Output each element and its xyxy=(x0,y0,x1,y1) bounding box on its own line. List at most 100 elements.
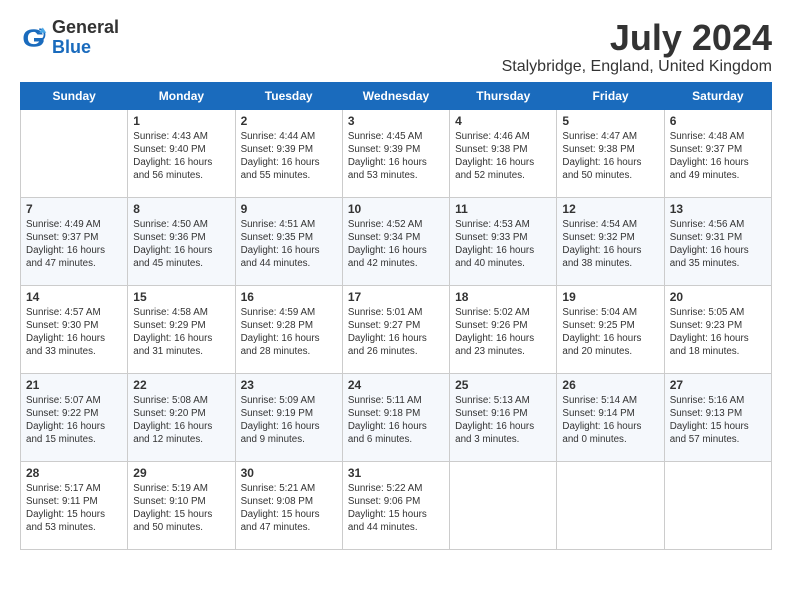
calendar-cell: 9 Sunrise: 4:51 AMSunset: 9:35 PMDaylight… xyxy=(235,197,342,285)
day-number: 3 xyxy=(348,114,444,128)
calendar-cell: 3 Sunrise: 4:45 AMSunset: 9:39 PMDaylight… xyxy=(342,109,449,197)
day-info: Sunrise: 4:46 AMSunset: 9:38 PMDaylight:… xyxy=(455,130,551,183)
location-subtitle: Stalybridge, England, United Kingdom xyxy=(502,58,772,76)
calendar-cell: 13Sunrise: 4:56 AMSunset: 9:31 PMDayligh… xyxy=(664,197,771,285)
calendar-week-row: 14Sunrise: 4:57 AMSunset: 9:30 PMDayligh… xyxy=(21,285,772,373)
calendar-cell: 21Sunrise: 5:07 AMSunset: 9:22 PMDayligh… xyxy=(21,373,128,461)
day-info: Sunrise: 5:01 AMSunset: 9:27 PMDaylight:… xyxy=(348,306,444,359)
calendar-cell xyxy=(557,461,664,549)
weekday-header: Saturday xyxy=(664,82,771,109)
weekday-header: Thursday xyxy=(450,82,557,109)
day-number: 19 xyxy=(562,290,658,304)
day-info: Sunrise: 4:52 AMSunset: 9:34 PMDaylight:… xyxy=(348,218,444,271)
calendar-week-row: 7 Sunrise: 4:49 AMSunset: 9:37 PMDaylight… xyxy=(21,197,772,285)
day-info: Sunrise: 5:22 AMSunset: 9:06 PMDaylight:… xyxy=(348,482,444,535)
calendar-cell: 1Sunrise: 4:43 AMSunset: 9:40 PMDaylight… xyxy=(128,109,235,197)
calendar-cell: 18Sunrise: 5:02 AMSunset: 9:26 PMDayligh… xyxy=(450,285,557,373)
calendar-week-row: 1Sunrise: 4:43 AMSunset: 9:40 PMDaylight… xyxy=(21,109,772,197)
day-number: 10 xyxy=(348,202,444,216)
calendar-cell: 24Sunrise: 5:11 AMSunset: 9:18 PMDayligh… xyxy=(342,373,449,461)
calendar-week-row: 28 Sunrise: 5:17 AMSunset: 9:11 PMDayligh… xyxy=(21,461,772,549)
day-number: 24 xyxy=(348,378,444,392)
calendar-cell: 4 Sunrise: 4:46 AMSunset: 9:38 PMDaylight… xyxy=(450,109,557,197)
calendar-cell: 6Sunrise: 4:48 AMSunset: 9:37 PMDaylight… xyxy=(664,109,771,197)
calendar-cell xyxy=(21,109,128,197)
day-number: 7 xyxy=(26,202,122,216)
day-info: Sunrise: 4:45 AMSunset: 9:39 PMDaylight:… xyxy=(348,130,444,183)
day-info: Sunrise: 4:48 AMSunset: 9:37 PMDaylight:… xyxy=(670,130,766,183)
calendar-cell: 14Sunrise: 4:57 AMSunset: 9:30 PMDayligh… xyxy=(21,285,128,373)
day-number: 22 xyxy=(133,378,229,392)
calendar-cell: 17 Sunrise: 5:01 AMSunset: 9:27 PMDayligh… xyxy=(342,285,449,373)
day-info: Sunrise: 4:53 AMSunset: 9:33 PMDaylight:… xyxy=(455,218,551,271)
calendar-cell: 22 Sunrise: 5:08 AMSunset: 9:20 PMDayligh… xyxy=(128,373,235,461)
day-info: Sunrise: 4:47 AMSunset: 9:38 PMDaylight:… xyxy=(562,130,658,183)
weekday-header: Friday xyxy=(557,82,664,109)
day-info: Sunrise: 5:19 AMSunset: 9:10 PMDaylight:… xyxy=(133,482,229,535)
weekday-header: Sunday xyxy=(21,82,128,109)
logo-text: General Blue xyxy=(52,18,119,58)
day-info: Sunrise: 4:58 AMSunset: 9:29 PMDaylight:… xyxy=(133,306,229,359)
day-info: Sunrise: 5:07 AMSunset: 9:22 PMDaylight:… xyxy=(26,394,122,447)
calendar-cell: 30 Sunrise: 5:21 AMSunset: 9:08 PMDayligh… xyxy=(235,461,342,549)
day-info: Sunrise: 4:44 AMSunset: 9:39 PMDaylight:… xyxy=(241,130,337,183)
day-info: Sunrise: 5:09 AMSunset: 9:19 PMDaylight:… xyxy=(241,394,337,447)
day-number: 23 xyxy=(241,378,337,392)
calendar-cell: 27 Sunrise: 5:16 AMSunset: 9:13 PMDayligh… xyxy=(664,373,771,461)
day-info: Sunrise: 5:16 AMSunset: 9:13 PMDaylight:… xyxy=(670,394,766,447)
day-number: 1 xyxy=(133,114,229,128)
day-number: 17 xyxy=(348,290,444,304)
day-info: Sunrise: 5:05 AMSunset: 9:23 PMDaylight:… xyxy=(670,306,766,359)
day-number: 14 xyxy=(26,290,122,304)
calendar-cell: 2 Sunrise: 4:44 AMSunset: 9:39 PMDaylight… xyxy=(235,109,342,197)
day-number: 11 xyxy=(455,202,551,216)
weekday-header: Monday xyxy=(128,82,235,109)
calendar-cell: 28 Sunrise: 5:17 AMSunset: 9:11 PMDayligh… xyxy=(21,461,128,549)
logo-icon xyxy=(20,24,48,52)
day-number: 31 xyxy=(348,466,444,480)
day-number: 27 xyxy=(670,378,766,392)
day-info: Sunrise: 5:14 AMSunset: 9:14 PMDaylight:… xyxy=(562,394,658,447)
logo-general: General xyxy=(52,17,119,37)
day-info: Sunrise: 5:17 AMSunset: 9:11 PMDaylight:… xyxy=(26,482,122,535)
day-number: 29 xyxy=(133,466,229,480)
day-number: 16 xyxy=(241,290,337,304)
day-number: 13 xyxy=(670,202,766,216)
day-number: 28 xyxy=(26,466,122,480)
calendar-cell: 19 Sunrise: 5:04 AMSunset: 9:25 PMDayligh… xyxy=(557,285,664,373)
page: General Blue July 2024 Stalybridge, Engl… xyxy=(0,0,792,560)
day-info: Sunrise: 4:51 AMSunset: 9:35 PMDaylight:… xyxy=(241,218,337,271)
calendar-cell: 29 Sunrise: 5:19 AMSunset: 9:10 PMDayligh… xyxy=(128,461,235,549)
calendar-cell: 25 Sunrise: 5:13 AMSunset: 9:16 PMDayligh… xyxy=(450,373,557,461)
day-info: Sunrise: 4:49 AMSunset: 9:37 PMDaylight:… xyxy=(26,218,122,271)
calendar-week-row: 21Sunrise: 5:07 AMSunset: 9:22 PMDayligh… xyxy=(21,373,772,461)
calendar-cell xyxy=(450,461,557,549)
calendar-cell: 31 Sunrise: 5:22 AMSunset: 9:06 PMDayligh… xyxy=(342,461,449,549)
day-info: Sunrise: 5:08 AMSunset: 9:20 PMDaylight:… xyxy=(133,394,229,447)
day-number: 25 xyxy=(455,378,551,392)
day-info: Sunrise: 5:04 AMSunset: 9:25 PMDaylight:… xyxy=(562,306,658,359)
day-info: Sunrise: 5:13 AMSunset: 9:16 PMDaylight:… xyxy=(455,394,551,447)
day-number: 8 xyxy=(133,202,229,216)
weekday-header-row: SundayMondayTuesdayWednesdayThursdayFrid… xyxy=(21,82,772,109)
header: General Blue July 2024 Stalybridge, Engl… xyxy=(20,18,772,76)
day-info: Sunrise: 5:21 AMSunset: 9:08 PMDaylight:… xyxy=(241,482,337,535)
day-number: 9 xyxy=(241,202,337,216)
calendar-cell: 26 Sunrise: 5:14 AMSunset: 9:14 PMDayligh… xyxy=(557,373,664,461)
day-number: 20 xyxy=(670,290,766,304)
weekday-header: Tuesday xyxy=(235,82,342,109)
calendar-table: SundayMondayTuesdayWednesdayThursdayFrid… xyxy=(20,82,772,550)
calendar-cell: 16Sunrise: 4:59 AMSunset: 9:28 PMDayligh… xyxy=(235,285,342,373)
day-number: 30 xyxy=(241,466,337,480)
calendar-cell: 7 Sunrise: 4:49 AMSunset: 9:37 PMDaylight… xyxy=(21,197,128,285)
calendar-cell: 5 Sunrise: 4:47 AMSunset: 9:38 PMDaylight… xyxy=(557,109,664,197)
day-info: Sunrise: 4:54 AMSunset: 9:32 PMDaylight:… xyxy=(562,218,658,271)
day-info: Sunrise: 4:50 AMSunset: 9:36 PMDaylight:… xyxy=(133,218,229,271)
day-number: 5 xyxy=(562,114,658,128)
calendar-cell: 20 Sunrise: 5:05 AMSunset: 9:23 PMDayligh… xyxy=(664,285,771,373)
day-number: 4 xyxy=(455,114,551,128)
logo: General Blue xyxy=(20,18,119,58)
day-number: 2 xyxy=(241,114,337,128)
day-number: 26 xyxy=(562,378,658,392)
calendar-cell: 8 Sunrise: 4:50 AMSunset: 9:36 PMDaylight… xyxy=(128,197,235,285)
